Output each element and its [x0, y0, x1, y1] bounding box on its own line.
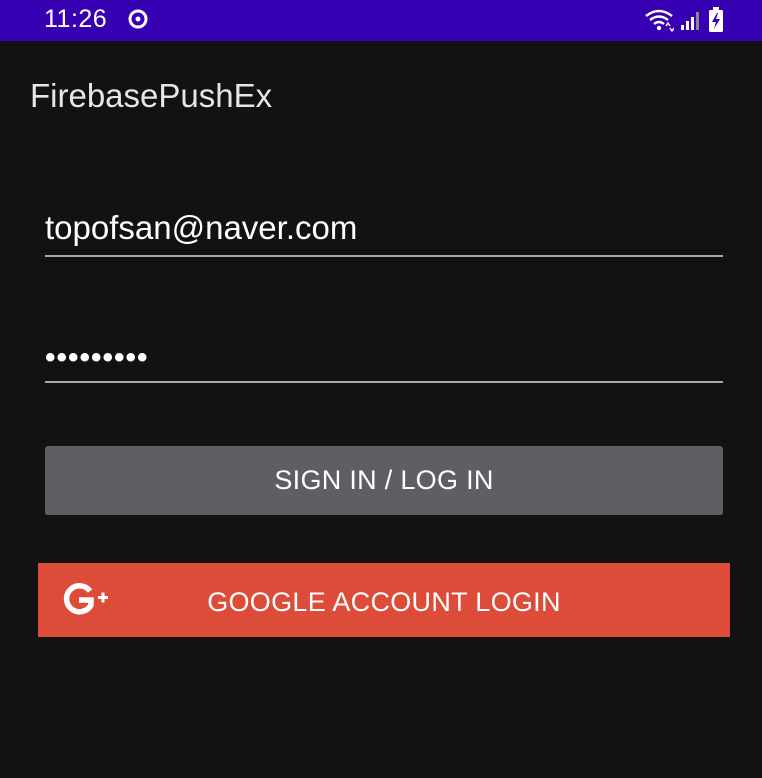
status-time: 11:26 [44, 5, 108, 33]
app-title: FirebasePushEx [30, 77, 273, 114]
google-login-button[interactable]: GOOGLE ACCOUNT LOGIN [38, 563, 730, 637]
password-field[interactable]: ••••••••• [45, 333, 723, 383]
battery-charging-icon [709, 7, 723, 32]
app-bar: FirebasePushEx [0, 41, 762, 151]
status-bar: 11:26 [0, 0, 762, 41]
google-login-button-label: GOOGLE ACCOUNT LOGIN [207, 587, 561, 617]
email-value: topofsan@naver.com [45, 209, 358, 246]
wifi-icon [645, 9, 674, 33]
signal-icon [681, 12, 699, 30]
password-value: ••••••••• [45, 341, 149, 374]
email-field[interactable]: topofsan@naver.com [45, 205, 723, 257]
sync-icon [128, 9, 148, 29]
sign-in-button[interactable]: SIGN IN / LOG IN [45, 446, 723, 515]
sign-in-button-label: SIGN IN / LOG IN [274, 465, 494, 495]
status-icons [644, 6, 724, 34]
app-screen: 11:26 FirebasePushEx topofsan@naver.com … [0, 0, 762, 778]
